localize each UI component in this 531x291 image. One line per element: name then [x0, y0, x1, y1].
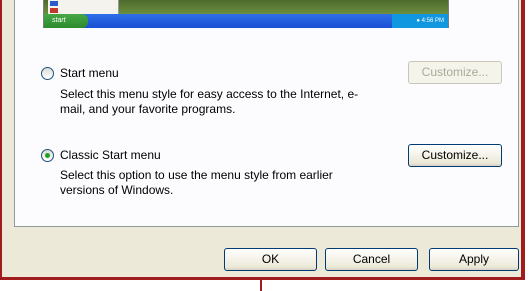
annotation-frame — [0, 0, 525, 280]
annotation-frame-tick — [260, 280, 262, 291]
